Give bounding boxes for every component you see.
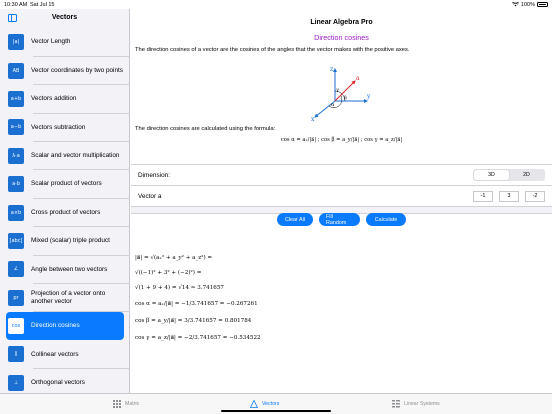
sidebar-item-label: Cross product of vectors [31,208,101,216]
result-line: |a⃗| = √(aₓ² + a_y² + a_z²) = [135,255,213,261]
tab-label: Matrix [125,401,140,407]
description-text: The direction cosines of a vector are th… [135,47,410,53]
direction-cosines-icon: cos [8,318,24,335]
axis-label-x: x [311,116,315,123]
grid-icon [113,400,121,408]
angle-alpha-label: α [331,102,335,108]
calculate-button[interactable]: Calculate [366,213,406,226]
result-line: √(1 + 9 + 4) = √14 ≈ 3.741657 [135,285,224,291]
sidebar-list: |a| Vector Length AB Vector coordinates by… [0,28,130,398]
sidebar-item-vectors-subtraction[interactable]: a−b Vectors subtraction [0,113,130,142]
tab-matrix[interactable]: Matrix [113,400,139,408]
dimension-segmented-control[interactable]: 3D 2D [473,169,545,181]
sidebar-item-vector-length[interactable]: |a| Vector Length [0,28,130,57]
result-line: cos β = a_y/|a⃗| = 3/3.741657 = 0.801784 [135,318,252,324]
action-buttons: Clear All Fill Random Calculate [131,213,552,226]
sidebar-header: Vectors [0,9,129,28]
tab-label: Vectors [262,401,280,407]
sidebar-item-label: Direction cosines [31,322,80,330]
tab-vectors[interactable]: Vectors [250,400,279,408]
segment-3d[interactable]: 3D [474,170,509,180]
dimension-row: Dimension: 3D 2D [131,164,552,185]
vector-label-a: a [356,75,360,82]
tab-label: Linear Systems [404,401,440,407]
sidebar-item-label: Vector coordinates by two points [31,66,124,74]
sidebar-item-cross-product[interactable]: a×b Cross product of vectors [0,198,130,228]
segment-2d[interactable]: 2D [509,170,544,180]
vector-label: Vector a [138,192,162,200]
sidebar-item-label: Vectors addition [31,95,77,103]
result-line: √((−1)² + 3² + (−2)²) = [135,270,202,276]
triple-product-icon: [abc] [8,232,24,249]
vectors-subtraction-icon: a−b [8,119,24,136]
sidebar-item-label: Angle between two vectors [31,265,108,273]
direction-cosines-diagram: z y x a γ β α [311,66,371,123]
direction-cosines-formula: cos α = aₓ/|a⃗| ; cos β = a_y/|a⃗| ; cos… [280,137,403,143]
orthogonal-icon: ⊥ [8,374,24,391]
scalar-multiplication-icon: λ·a [8,147,24,164]
sidebar-item-angle-between[interactable]: ∠ Angle between two vectors [0,255,130,284]
status-right: 100% [511,1,548,8]
dimension-label: Dimension: [138,171,170,179]
sidebar-item-collinear[interactable]: ∥ Collinear vectors [0,340,130,370]
sidebar-item-vectors-addition[interactable]: a+b Vectors addition [0,85,130,114]
main-panel: Linear Algebra Pro Direction cosines The… [131,9,552,393]
vector-length-icon: |a| [8,34,24,51]
clear-all-button[interactable]: Clear All [277,213,313,226]
battery-icon [537,2,548,7]
section-title: Direction cosines [314,33,369,42]
cross-product-icon: a×b [8,204,24,221]
collinear-icon: ∥ [8,346,24,363]
sidebar-item-direction-cosines[interactable]: cos Direction cosines [6,311,124,341]
angle-beta-label: β [344,95,347,101]
sidebar-item-scalar-multiplication[interactable]: λ·a Scalar and vector multiplication [0,142,130,171]
sidebar-item-label: Scalar product of vectors [31,180,102,188]
main-header: Linear Algebra Pro [131,9,552,28]
sidebar-item-label: Scalar and vector multiplication [31,151,120,159]
home-indicator [221,410,331,412]
sidebar-title: Vectors [51,14,78,21]
sidebar-item-label: Mixed (scalar) triple product [31,237,110,245]
result-line: cos γ = a_z/|a⃗| = −2/3.741657 = −0.5345… [135,335,261,341]
vector-input-z[interactable]: -2 [525,190,545,202]
vector-input-y[interactable]: 3 [499,190,519,202]
sidebar-item-projection[interactable]: pr Projection of a vector onto another ve… [0,284,130,313]
sidebar-item-label: Vector Length [31,38,71,46]
status-date: Sat Jul 15 [30,1,55,8]
vector-coordinates-icon: AB [8,62,24,79]
vector-row: Vector a -1 3 -2 [131,185,552,206]
sidebar-item-label: Collinear vectors [31,350,79,358]
vector-inputs: -1 3 -2 [473,190,545,202]
vectors-addition-icon: a+b [8,90,24,107]
angle-gamma-label: γ [336,87,339,93]
axis-label-z: z [330,66,333,73]
projection-icon: pr [8,289,24,306]
status-bar: 10:30 AM Sat Jul 15 100% [0,0,552,9]
status-time: 10:30 AM [4,1,28,8]
angle-icon: ∠ [8,261,24,278]
linear-systems-icon [392,400,400,408]
tab-linear-systems[interactable]: Linear Systems [392,400,440,408]
sidebar-item-label: Projection of a vector onto another vect… [31,290,106,305]
sidebar-item-triple-product[interactable]: [abc] Mixed (scalar) triple product [0,227,130,256]
vectors-icon [250,400,258,408]
page-title: Linear Algebra Pro [310,19,373,26]
battery-percent: 100% [520,1,535,8]
formula-intro-text: The direction cosines are calculated usi… [135,126,276,132]
wifi-icon [511,2,519,7]
fill-random-button[interactable]: Fill Random [319,213,360,226]
sidebar: Vectors |a| Vector Length AB Vector coordi… [0,9,130,398]
sidebar-item-label: Vectors subtraction [31,123,86,131]
axis-label-y: y [366,93,371,100]
vector-input-x[interactable]: -1 [473,190,493,202]
result-line: cos α = aₓ/|a⃗| = −1/3.741657 = −0.26726… [135,301,258,307]
results-area: |a⃗| = √(aₓ² + a_y² + a_z²) = √((−1)² + … [135,251,261,347]
input-table: Dimension: 3D 2D Vector a -1 3 -2 [131,164,552,214]
scalar-product-icon: a·b [8,176,24,193]
sidebar-item-scalar-product[interactable]: a·b Scalar product of vectors [0,170,130,199]
sidebar-item-vector-coordinates[interactable]: AB Vector coordinates by two points [0,56,130,86]
sidebar-item-label: Orthogonal vectors [31,379,85,387]
